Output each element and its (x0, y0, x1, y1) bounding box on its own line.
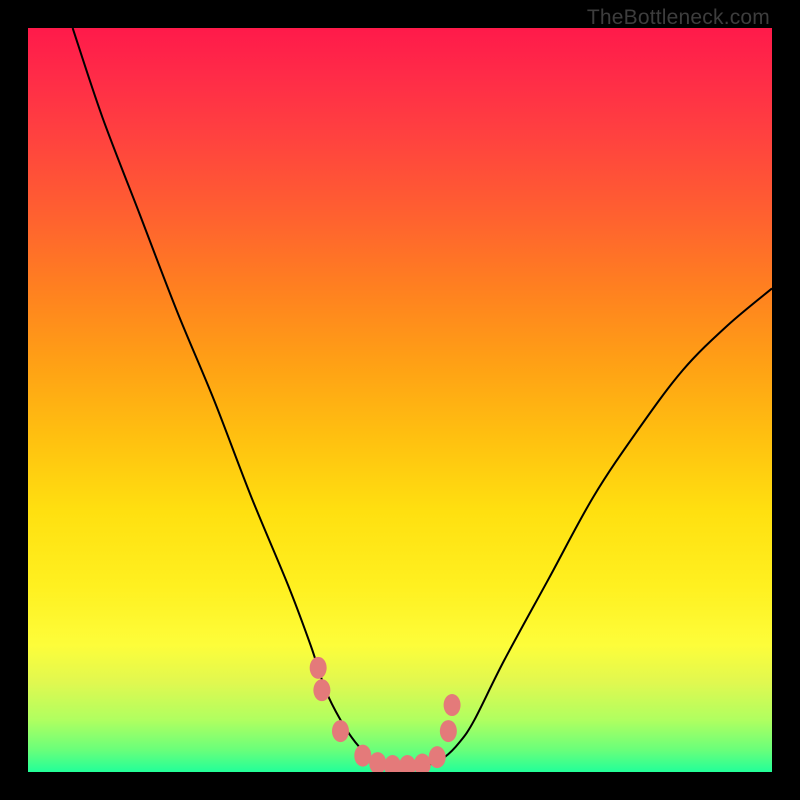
watermark-label: TheBottleneck.com (587, 6, 770, 30)
curve-marker (444, 694, 461, 716)
curve-marker (414, 754, 431, 772)
curve-marker (354, 745, 371, 767)
chart-svg (28, 28, 772, 772)
curve-marker (399, 755, 416, 772)
curve-marker (384, 755, 401, 772)
chart-plot-area (28, 28, 772, 772)
curve-marker (313, 679, 330, 701)
curve-marker (332, 720, 349, 742)
curve-marker (440, 720, 457, 742)
bottleneck-curve (73, 28, 772, 769)
curve-marker (429, 746, 446, 768)
marker-group (310, 657, 461, 772)
curve-marker (310, 657, 327, 679)
curve-marker (369, 752, 386, 772)
